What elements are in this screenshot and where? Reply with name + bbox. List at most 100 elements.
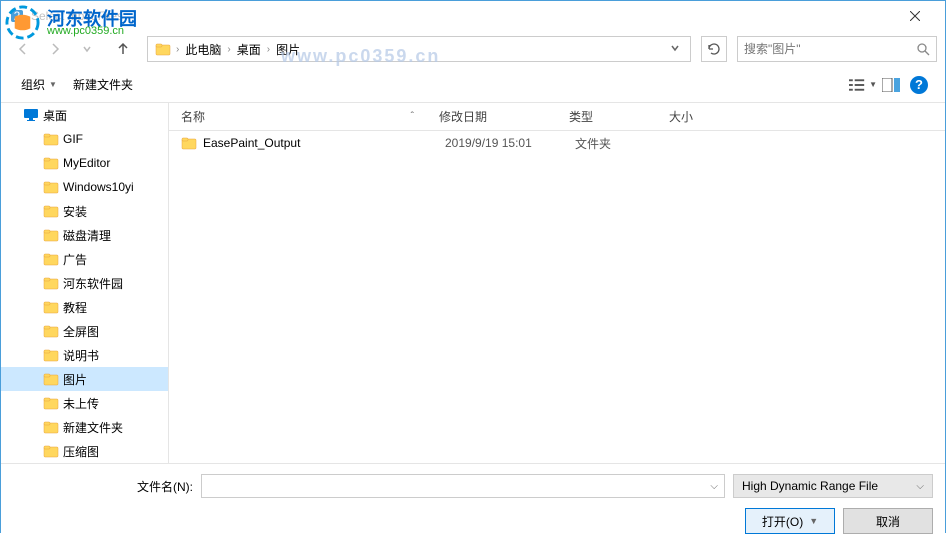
sidebar-item-label: 图片 — [63, 371, 87, 388]
sidebar[interactable]: 桌面 GIF MyEditor Windows10yi 安装磁盘清理广告河东软件园教程… — [1, 103, 169, 463]
folder-icon — [155, 41, 171, 57]
breadcrumb-seg[interactable]: 桌面 — [233, 41, 265, 58]
organize-button[interactable]: 组织 ▼ — [13, 72, 65, 97]
sidebar-item[interactable]: MyEditor — [1, 151, 168, 175]
nav-recent-button[interactable] — [73, 35, 101, 63]
refresh-button[interactable] — [701, 36, 727, 62]
file-name: EasePaint_Output — [203, 136, 433, 150]
filetype-label: High Dynamic Range File — [742, 479, 878, 493]
folder-icon — [43, 323, 59, 339]
chevron-right-icon: › — [174, 44, 181, 55]
folder-icon — [43, 203, 59, 219]
toolbar: 组织 ▼ 新建文件夹 ▼ ? — [1, 67, 945, 103]
nav-forward-button[interactable] — [41, 35, 69, 63]
breadcrumb-seg[interactable]: 此电脑 — [181, 41, 225, 58]
folder-icon — [43, 251, 59, 267]
sidebar-item[interactable]: 图片 — [1, 367, 168, 391]
help-icon: ? — [910, 76, 928, 94]
breadcrumb-seg[interactable]: 图片 — [272, 41, 304, 58]
column-date[interactable]: 修改日期 — [427, 108, 557, 125]
filename-input[interactable]: ⌵ — [201, 474, 725, 498]
chevron-right-icon: › — [265, 44, 272, 55]
close-icon — [910, 11, 920, 21]
chevron-down-icon — [82, 44, 92, 54]
view-icon — [849, 78, 866, 92]
sidebar-item[interactable]: 说明书 — [1, 343, 168, 367]
preview-button[interactable] — [877, 73, 905, 97]
nav-up-button[interactable] — [109, 35, 137, 63]
chevron-right-icon: › — [225, 44, 232, 55]
chevron-down-icon: ▼ — [49, 80, 57, 89]
folder-icon — [43, 443, 59, 459]
sidebar-item[interactable]: 安装 — [1, 199, 168, 223]
file-date: 2019/9/19 15:01 — [433, 136, 563, 150]
chevron-down-icon: ⌵ — [916, 481, 924, 492]
chevron-down-icon: ⌵ — [710, 481, 718, 492]
search-box[interactable] — [737, 36, 937, 62]
view-button[interactable]: ▼ — [849, 73, 877, 97]
chevron-down-icon — [670, 43, 680, 53]
column-size[interactable]: 大小 — [657, 108, 737, 125]
folder-icon — [181, 135, 197, 151]
sidebar-item[interactable]: 广告 — [1, 247, 168, 271]
column-name[interactable]: 名称 ˆ — [169, 108, 427, 125]
cancel-button[interactable]: 取消 — [843, 508, 933, 534]
sidebar-item-label: 新建文件夹 — [63, 419, 123, 436]
sidebar-item[interactable]: 教程 — [1, 295, 168, 319]
arrow-left-icon — [15, 41, 31, 57]
sidebar-item[interactable]: 新建文件夹 — [1, 415, 168, 439]
sidebar-item[interactable]: 压缩图 — [1, 439, 168, 463]
window-title: Select Input Files — [31, 9, 892, 23]
folder-icon — [43, 299, 59, 315]
close-button[interactable] — [892, 2, 937, 30]
svg-text:2: 2 — [14, 9, 21, 23]
file-row[interactable]: EasePaint_Output2019/9/19 15:01文件夹 — [169, 131, 945, 155]
folder-icon — [43, 371, 59, 387]
desktop-icon — [23, 107, 39, 123]
filename-label: 文件名(N): — [13, 478, 193, 495]
help-button[interactable]: ? — [905, 73, 933, 97]
sidebar-item[interactable]: 磁盘清理 — [1, 223, 168, 247]
search-icon — [916, 42, 930, 56]
newfolder-button[interactable]: 新建文件夹 — [65, 72, 141, 97]
nav-back-button[interactable] — [9, 35, 37, 63]
list-header: 名称 ˆ 修改日期 类型 大小 — [169, 103, 945, 131]
sidebar-item[interactable]: 全屏图 — [1, 319, 168, 343]
sidebar-root-desktop[interactable]: 桌面 — [1, 103, 168, 127]
navbar: › 此电脑 › 桌面 › 图片 — [1, 31, 945, 67]
breadcrumb[interactable]: › 此电脑 › 桌面 › 图片 — [147, 36, 691, 62]
preview-icon — [882, 78, 900, 92]
folder-icon — [43, 347, 59, 363]
search-input[interactable] — [744, 42, 916, 56]
folder-icon — [43, 275, 59, 291]
newfolder-label: 新建文件夹 — [73, 76, 133, 93]
sidebar-item-label: 桌面 — [43, 107, 67, 124]
sidebar-item-label: 压缩图 — [63, 443, 99, 460]
arrow-up-icon — [115, 41, 131, 57]
refresh-icon — [707, 42, 721, 56]
breadcrumb-dropdown[interactable] — [664, 42, 686, 56]
sidebar-item-label: GIF — [63, 132, 83, 146]
sidebar-item-label: 全屏图 — [63, 323, 99, 340]
sidebar-item[interactable]: GIF — [1, 127, 168, 151]
sidebar-item-label: MyEditor — [63, 156, 110, 170]
sidebar-item[interactable]: 未上传 — [1, 391, 168, 415]
arrow-right-icon — [47, 41, 63, 57]
sidebar-item-label: 教程 — [63, 299, 87, 316]
file-type: 文件夹 — [563, 135, 663, 152]
sidebar-item-label: 未上传 — [63, 395, 99, 412]
folder-icon — [43, 155, 59, 171]
sort-arrow-icon: ˆ — [411, 111, 414, 122]
organize-label: 组织 — [21, 76, 45, 93]
filetype-select[interactable]: High Dynamic Range File ⌵ — [733, 474, 933, 498]
column-type[interactable]: 类型 — [557, 108, 657, 125]
open-button[interactable]: 打开(O) ▼ — [745, 508, 835, 534]
file-list: 名称 ˆ 修改日期 类型 大小 EasePaint_Output2019/9/1… — [169, 103, 945, 463]
split-arrow-icon: ▼ — [809, 516, 818, 526]
sidebar-item-label: Windows10yi — [63, 180, 134, 194]
sidebar-item[interactable]: 河东软件园 — [1, 271, 168, 295]
folder-icon — [43, 227, 59, 243]
sidebar-item-label: 磁盘清理 — [63, 227, 111, 244]
folder-icon — [43, 395, 59, 411]
sidebar-item[interactable]: Windows10yi — [1, 175, 168, 199]
